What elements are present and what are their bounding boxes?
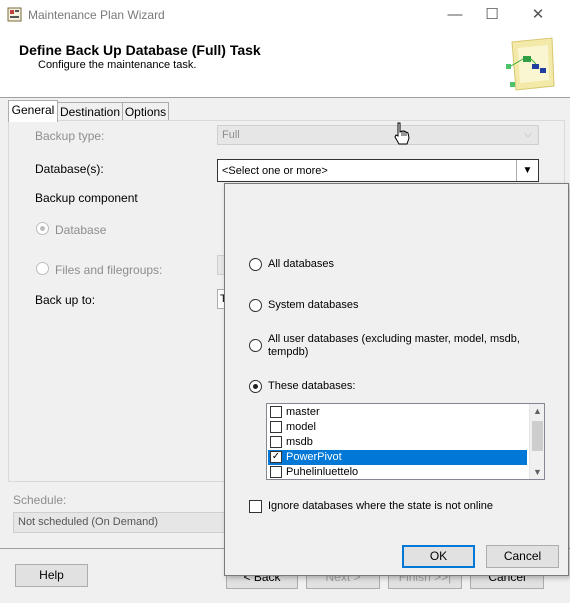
database-name: Puhelinluettelo bbox=[286, 466, 359, 478]
popup-cancel-button[interactable]: Cancel bbox=[486, 545, 559, 568]
checkbox[interactable] bbox=[270, 466, 282, 478]
maximize-button[interactable]: ☐ bbox=[469, 0, 515, 30]
scroll-down-icon[interactable]: ▼ bbox=[530, 465, 544, 479]
database-list-item[interactable]: Puhelinluettelo bbox=[268, 465, 527, 479]
schedule-field: Not scheduled (On Demand) bbox=[13, 512, 227, 533]
tab-destination[interactable]: Destination bbox=[57, 102, 123, 121]
window-title: Maintenance Plan Wizard bbox=[28, 8, 165, 22]
checked-checkbox-icon[interactable]: ✓ bbox=[270, 451, 282, 463]
backup-type-value: Full bbox=[222, 129, 240, 141]
files-filegroups-label: Files and filegroups: bbox=[55, 263, 163, 277]
schedule-label: Schedule: bbox=[13, 493, 67, 507]
database-name: msdb bbox=[286, 436, 313, 448]
all-user-databases-radio[interactable] bbox=[249, 339, 262, 352]
ignore-offline-label: Ignore databases where the state is not … bbox=[268, 500, 494, 512]
back-up-to-label: Back up to: bbox=[35, 293, 96, 307]
database-list-item[interactable]: model bbox=[268, 420, 527, 435]
help-button[interactable]: Help bbox=[15, 564, 88, 587]
database-list-item[interactable]: ✓ PowerPivot bbox=[268, 450, 527, 465]
database-list-item[interactable]: master bbox=[268, 405, 527, 420]
database-radio-label: Database bbox=[55, 223, 107, 237]
database-name: PowerPivot bbox=[286, 451, 342, 463]
backup-type-combo[interactable]: Full ⌵ bbox=[217, 125, 539, 145]
system-databases-label: System databases bbox=[268, 299, 359, 311]
hand-cursor-icon bbox=[394, 122, 410, 145]
database-name: model bbox=[286, 421, 316, 433]
databases-value: <Select one or more> bbox=[222, 165, 328, 177]
these-databases-label: These databases: bbox=[268, 380, 356, 392]
all-databases-label: All databases bbox=[268, 258, 335, 270]
dropdown-arrow-icon[interactable]: ▼ bbox=[516, 160, 538, 181]
ok-button[interactable]: OK bbox=[402, 545, 475, 568]
system-databases-radio[interactable] bbox=[249, 299, 262, 312]
backup-component-label: Backup component bbox=[35, 191, 138, 205]
listbox-scrollbar[interactable]: ▲ ▼ bbox=[529, 404, 544, 479]
app-icon bbox=[7, 7, 22, 22]
title-bar: Maintenance Plan Wizard — ☐ ✕ bbox=[0, 0, 570, 30]
checkbox[interactable] bbox=[270, 421, 282, 433]
databases-label: Database(s): bbox=[35, 162, 104, 176]
checkbox[interactable] bbox=[270, 436, 282, 448]
tab-options[interactable]: Options bbox=[122, 102, 169, 121]
database-name: master bbox=[286, 406, 320, 418]
database-selection-popup: All databases System databases All user … bbox=[224, 183, 569, 576]
page-title: Define Back Up Database (Full) Task bbox=[19, 42, 261, 58]
databases-combo[interactable]: <Select one or more> ▼ bbox=[217, 159, 539, 182]
wizard-header: Define Back Up Database (Full) Task Conf… bbox=[0, 30, 570, 98]
these-databases-radio[interactable] bbox=[249, 380, 262, 393]
database-list-item[interactable]: msdb bbox=[268, 435, 527, 450]
database-listbox[interactable]: master model msdb ✓ PowerPivot Puhelinluettel… bbox=[266, 403, 545, 480]
close-button[interactable]: ✕ bbox=[515, 0, 561, 30]
tab-general[interactable]: General bbox=[8, 100, 58, 122]
checkbox[interactable] bbox=[270, 406, 282, 418]
all-user-databases-label: All user databases (excluding master, mo… bbox=[268, 333, 520, 345]
files-filegroups-radio[interactable] bbox=[36, 262, 49, 275]
all-databases-radio[interactable] bbox=[249, 258, 262, 271]
page-subtitle: Configure the maintenance task. bbox=[38, 59, 197, 71]
scroll-up-icon[interactable]: ▲ bbox=[530, 404, 544, 418]
scroll-thumb[interactable] bbox=[532, 421, 543, 451]
all-user-databases-label-cont: tempdb) bbox=[268, 346, 309, 358]
wizard-graphic-icon bbox=[506, 37, 555, 91]
chevron-down-icon: ⌵ bbox=[524, 129, 532, 140]
backup-type-label: Backup type: bbox=[35, 129, 105, 143]
database-radio[interactable] bbox=[36, 222, 49, 235]
ignore-offline-checkbox[interactable] bbox=[249, 500, 262, 513]
